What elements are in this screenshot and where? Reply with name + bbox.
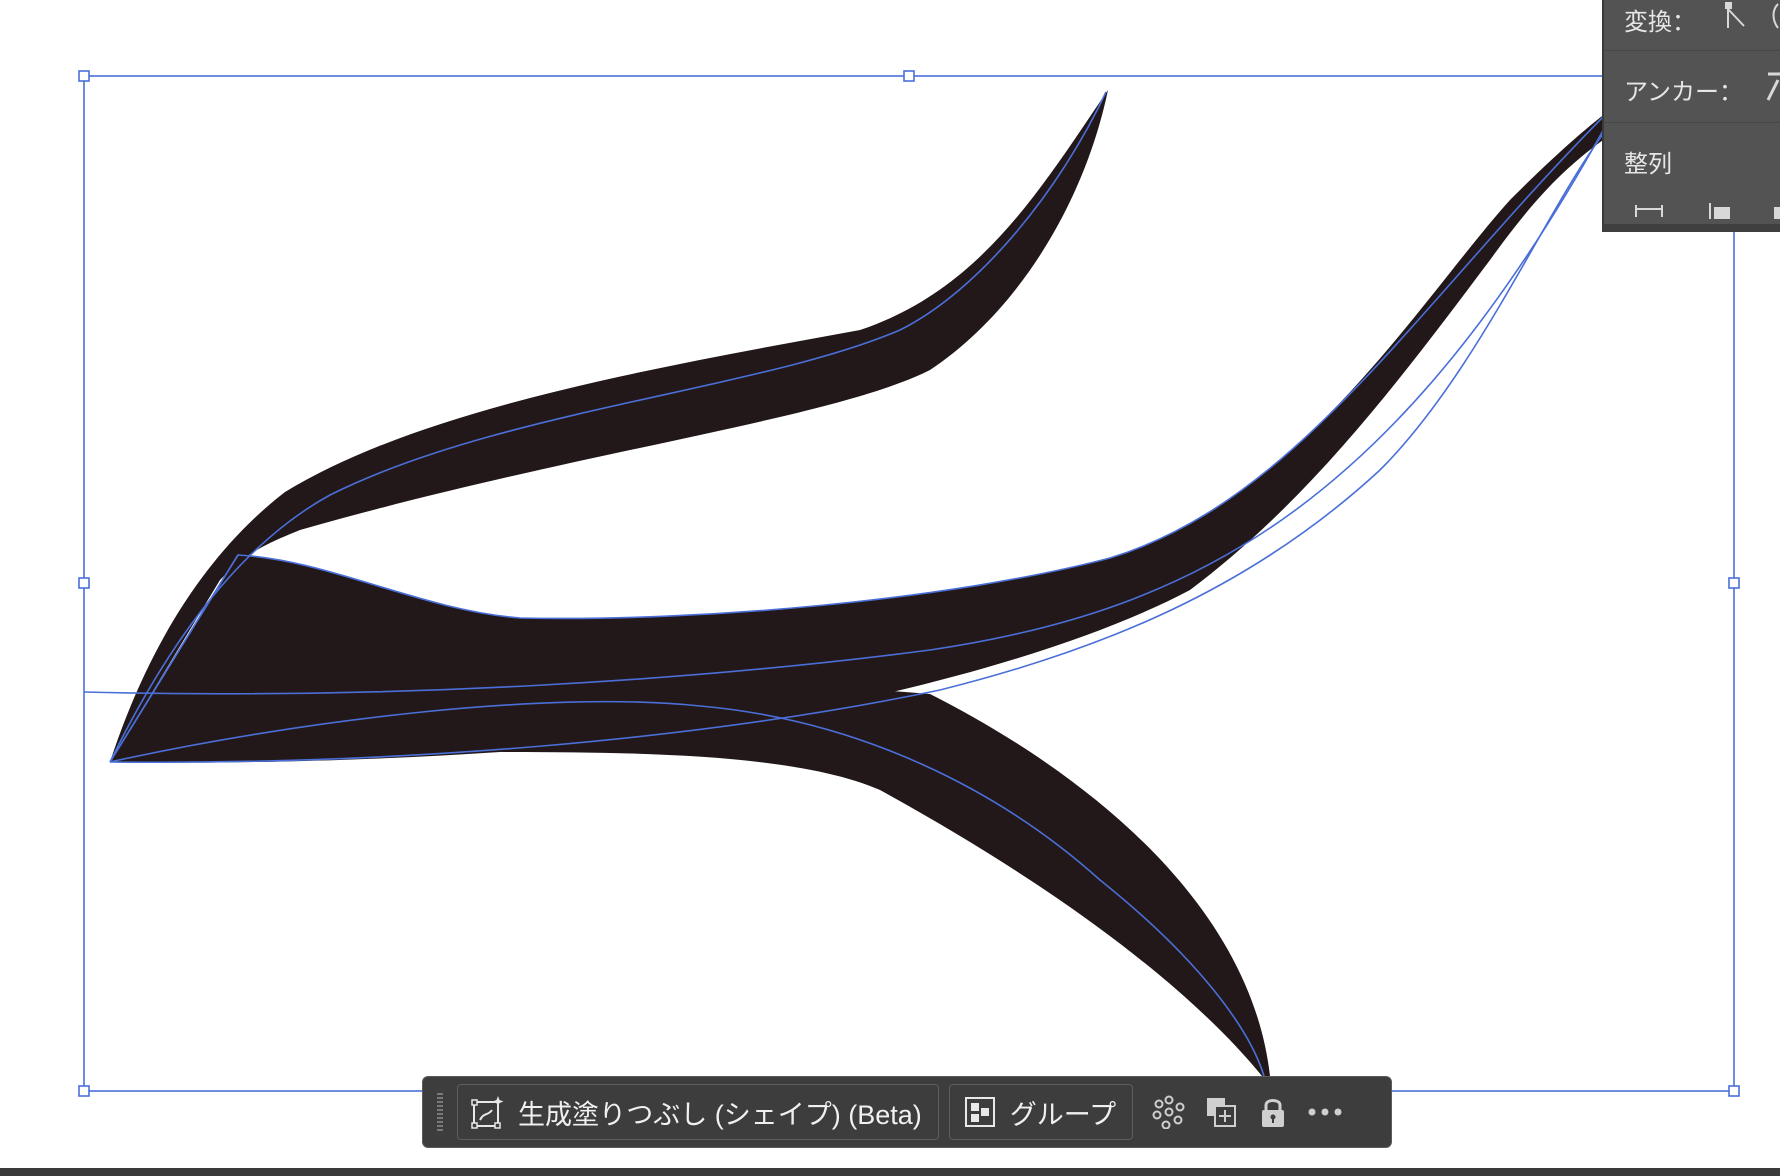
transform-label: 変換： [1624,9,1696,36]
long-right-stroke-shape[interactable] [110,110,1610,763]
status-bar-edge [0,1168,1780,1176]
duplicate-icon[interactable] [1195,1086,1247,1138]
handle-middle-left[interactable] [78,577,90,589]
recolor-icon[interactable] [1143,1086,1195,1138]
group-icon [962,1094,998,1130]
properties-panel: 変換： アンカー： 整列 [1602,0,1780,232]
align-center-icon[interactable] [1772,196,1780,224]
handle-middle-right[interactable] [1728,577,1740,589]
reference-point-icon[interactable] [1722,0,1748,37]
lower-stroke-shape[interactable] [500,690,1270,1076]
handle-bottom-left[interactable] [78,1085,90,1097]
contextual-task-bar: 生成塗りつぶし (シェイプ) (Beta) グループ [422,1076,1392,1148]
align-label: 整列 [1624,151,1672,178]
constrain-icon[interactable] [1768,0,1780,37]
group-label: グループ [1009,1099,1117,1130]
more-options-icon[interactable] [1299,1086,1351,1138]
handle-top-left[interactable] [78,70,90,82]
generative-fill-icon [470,1094,506,1130]
handle-top-center[interactable] [903,70,915,82]
selected-shape-group[interactable] [110,90,1610,1076]
generative-fill-label: 生成塗りつぶし (シェイプ) (Beta) [518,1099,922,1130]
anchor-label: アンカー： [1624,79,1744,106]
anchor-row: アンカー： [1624,72,1743,107]
align-row: 整列 [1624,144,1672,179]
lock-icon[interactable] [1247,1086,1299,1138]
transform-row: 変換： [1624,2,1696,37]
align-left-icon[interactable] [1708,196,1734,224]
distribute-spacing-icon[interactable] [1634,196,1664,224]
generative-fill-shape-button[interactable]: 生成塗りつぶし (シェイプ) (Beta) [457,1084,939,1140]
drag-handle[interactable] [437,1093,443,1131]
artboard-canvas[interactable] [0,0,1780,1176]
anchor-point-icon[interactable] [1764,70,1780,111]
handle-bottom-right[interactable] [1728,1085,1740,1097]
group-button[interactable]: グループ [948,1084,1134,1140]
